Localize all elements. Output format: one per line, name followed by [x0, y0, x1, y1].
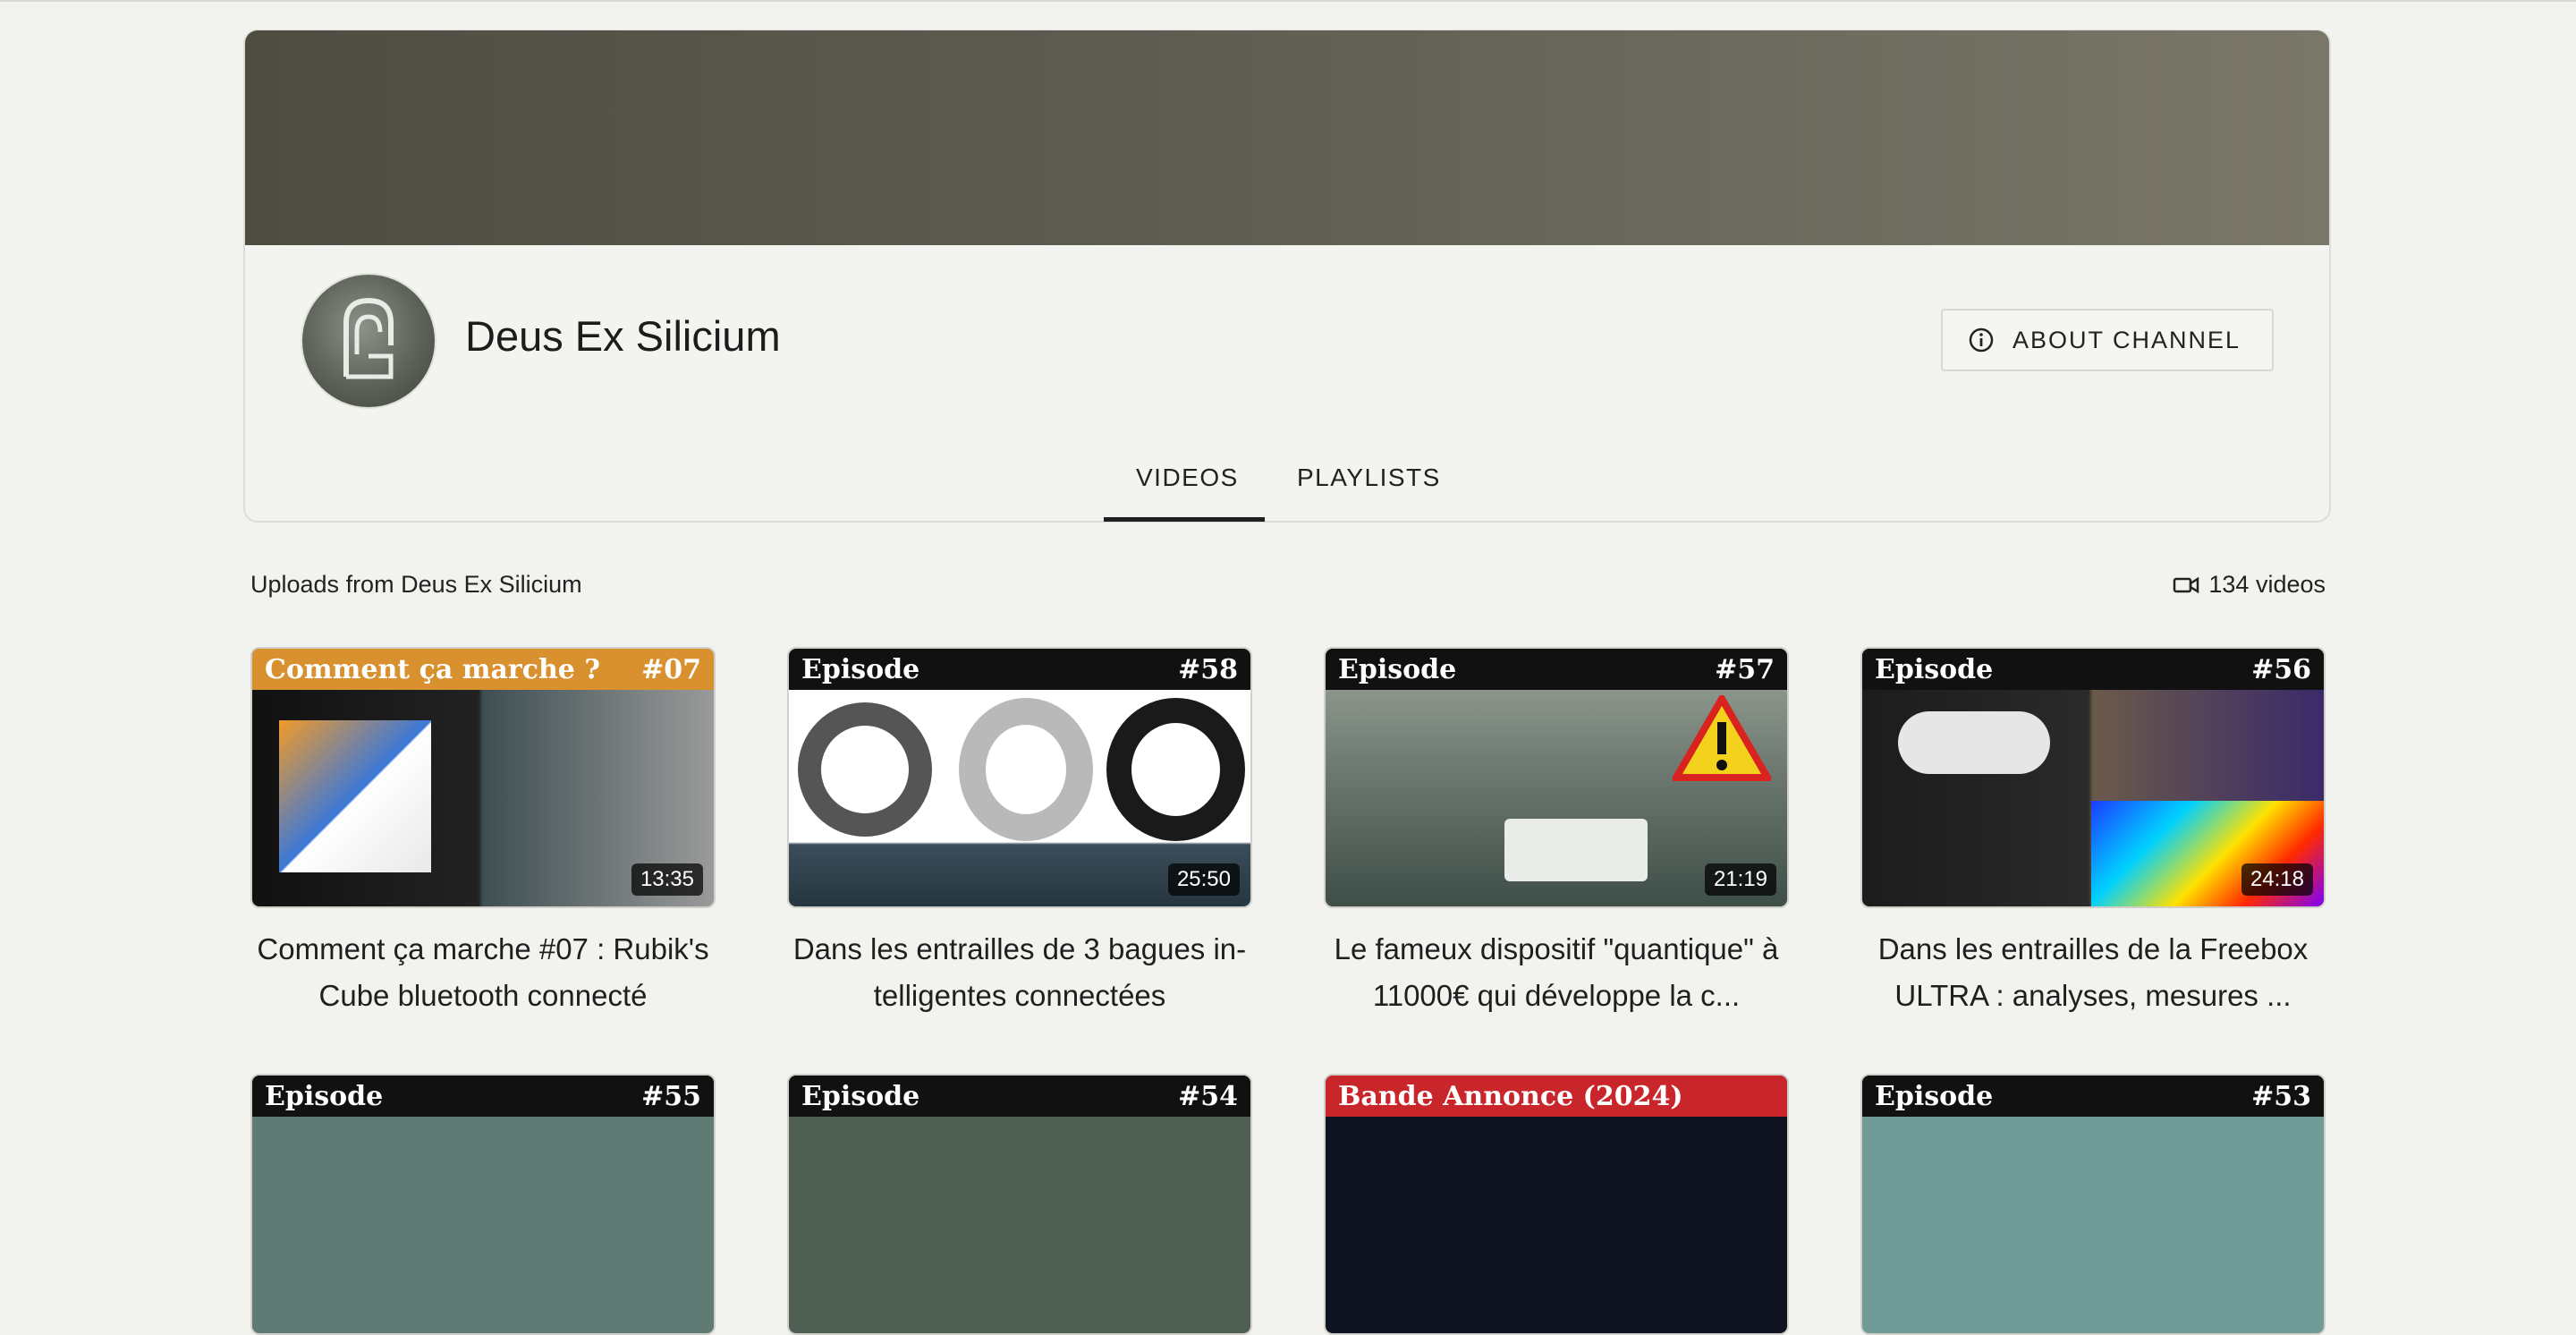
video-thumbnail[interactable]: Episode #55 [250, 1074, 716, 1335]
active-tab-indicator [1104, 517, 1265, 522]
thumbnail-number: #07 [641, 653, 701, 685]
video-card[interactable]: Episode #58 25:50 Dans les entrailles de… [787, 647, 1252, 1019]
video-card[interactable]: Episode #53 [1860, 1074, 2326, 1335]
video-title-line: ULTRA : analyses, mesures ... [1894, 979, 2292, 1012]
video-title-line: telligentes connectées [873, 979, 1166, 1012]
thumbnail-header: Episode #57 [1326, 649, 1787, 690]
thumbnail-series: Episode [265, 1080, 384, 1112]
video-count: 134 videos [2173, 571, 2326, 599]
thumbnail-series: Episode [1338, 653, 1457, 685]
video-title[interactable]: Dans les entrailles de 3 bagues in- tell… [787, 926, 1252, 1019]
info-icon [1969, 327, 1994, 353]
tab-playlists[interactable]: PLAYLISTS [1297, 463, 1441, 492]
thumbnail-header: Episode #56 [1862, 649, 2324, 690]
video-title[interactable]: Comment ça marche #07 : Rubik's Cube blu… [250, 926, 716, 1019]
channel-banner [245, 30, 2329, 245]
thumbnail-number: #54 [1178, 1080, 1238, 1112]
thumbnail-header: Episode #58 [789, 649, 1250, 690]
device-image [1504, 819, 1648, 881]
thumbnail-series: Bande Annonce (2024) [1338, 1080, 1683, 1112]
thumbnail-number: #57 [1715, 653, 1775, 685]
video-thumbnail[interactable]: Episode #53 [1860, 1074, 2326, 1335]
tab-videos[interactable]: VIDEOS [1136, 463, 1239, 492]
video-camera-icon [2174, 576, 2199, 593]
video-thumbnail[interactable]: Episode #57 21:19 [1324, 647, 1789, 908]
logo-icon [343, 297, 394, 379]
video-thumbnail[interactable]: Episode #54 [787, 1074, 1252, 1335]
video-duration: 21:19 [1704, 863, 1776, 896]
thumbnail-header: Bande Annonce (2024) [1326, 1076, 1787, 1117]
video-thumbnail[interactable]: Episode #58 25:50 [787, 647, 1252, 908]
ring-image [1106, 698, 1245, 841]
video-thumbnail[interactable]: Bande Annonce (2024) [1324, 1074, 1789, 1335]
video-title-line: Dans les entrailles de 3 bagues in- [792, 932, 1247, 965]
thumbnail-header: Comment ça marche ? #07 [252, 649, 714, 690]
video-thumbnail[interactable]: Episode #56 24:18 [1860, 647, 2326, 908]
video-title-line: Dans les entrailles de la Freebox [1877, 932, 2309, 965]
ring-image [959, 698, 1093, 841]
video-duration: 13:35 [631, 863, 703, 896]
thumbnail-number: #56 [2251, 653, 2311, 685]
window-top-border [0, 0, 2576, 2]
video-title-line: Le fameux dispositif "quantique" à [1334, 932, 1779, 965]
ring-image [798, 702, 932, 837]
thumbnail-header: Episode #55 [252, 1076, 714, 1117]
thumbnail-series: Episode [801, 653, 920, 685]
thumbnail-header: Episode #54 [789, 1076, 1250, 1117]
thumbnail-header: Episode #53 [1862, 1076, 2324, 1117]
thumbnail-number: #58 [1178, 653, 1238, 685]
video-card[interactable]: Bande Annonce (2024) [1324, 1074, 1789, 1335]
rubiks-cube-image [279, 720, 431, 872]
video-card[interactable]: Episode #54 [787, 1074, 1252, 1335]
thumbnail-series: Comment ça marche ? [265, 653, 600, 685]
video-card[interactable]: Comment ça marche ? #07 13:35 Comment ça… [250, 647, 716, 1019]
video-title[interactable]: Le fameux dispositif "quantique" à 11000… [1324, 926, 1789, 1019]
video-title-line: Cube bluetooth connecté [318, 979, 648, 1012]
freebox-image [1898, 711, 2050, 774]
thumbnail-series: Episode [1875, 1080, 1994, 1112]
video-duration: 25:50 [1167, 863, 1240, 896]
thumbnail-number: #55 [641, 1080, 701, 1112]
video-card[interactable]: Episode #57 21:19 Le fameux dispositif "… [1324, 647, 1789, 1019]
video-card[interactable]: Episode #55 [250, 1074, 716, 1335]
video-duration: 24:18 [2241, 863, 2313, 896]
video-card[interactable]: Episode #56 24:18 Dans les entrailles de… [1860, 647, 2326, 1019]
warning-icon [1673, 695, 1771, 781]
video-thumbnail[interactable]: Comment ça marche ? #07 13:35 [250, 647, 716, 908]
about-channel-button[interactable]: ABOUT CHANNEL [1941, 309, 2274, 371]
thumbnail-number: #53 [2251, 1080, 2311, 1112]
about-channel-label: ABOUT CHANNEL [2012, 326, 2241, 353]
uploads-heading: Uploads from Deus Ex Silicium [250, 571, 582, 598]
video-title[interactable]: Dans les entrailles de la Freebox ULTRA … [1860, 926, 2326, 1019]
channel-avatar[interactable] [302, 275, 435, 407]
thumbnail-series: Episode [801, 1080, 920, 1112]
channel-name: Deus Ex Silicium [465, 312, 781, 360]
thumbnail-series: Episode [1875, 653, 1994, 685]
video-title-line: Comment ça marche #07 : Rubik's [257, 932, 709, 965]
video-title-line: 11000€ qui développe la c... [1372, 979, 1741, 1012]
video-count-label: 134 videos [2208, 571, 2326, 598]
